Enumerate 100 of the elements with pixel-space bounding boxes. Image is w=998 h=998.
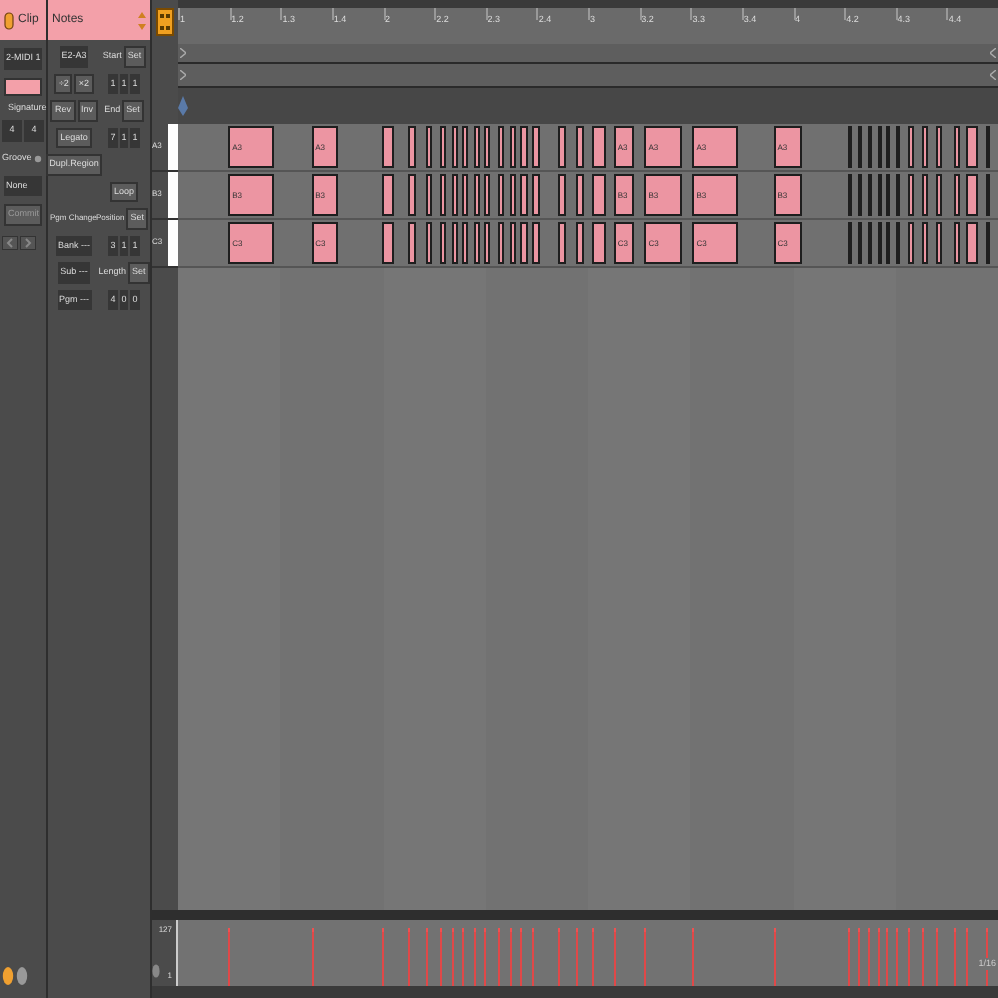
velocity-marker[interactable] [896,928,899,986]
note[interactable] [532,126,541,168]
note[interactable] [497,174,504,216]
note[interactable] [576,222,585,264]
note[interactable] [985,126,991,168]
velocity-marker[interactable] [509,928,512,986]
note[interactable] [484,126,491,168]
note[interactable] [497,222,504,264]
note[interactable] [592,222,606,264]
note[interactable] [509,174,516,216]
note[interactable] [408,126,417,168]
clip-activator-icon[interactable] [2,966,14,986]
velocity-marker[interactable] [848,928,851,986]
note[interactable] [484,222,491,264]
note[interactable] [509,126,516,168]
note[interactable] [858,174,863,216]
note[interactable] [474,126,481,168]
velocity-marker[interactable] [532,928,535,986]
note[interactable] [896,222,901,264]
note[interactable] [886,174,891,216]
note[interactable] [576,126,585,168]
marker-end-icon[interactable] [990,70,996,80]
note[interactable] [921,174,929,216]
velocity-marker[interactable] [451,928,454,986]
note[interactable] [474,222,481,264]
note[interactable] [966,222,978,264]
note[interactable] [908,222,914,264]
velocity-marker[interactable] [954,928,957,986]
note[interactable] [867,174,872,216]
note[interactable] [921,126,929,168]
velocity-marker[interactable] [484,928,487,986]
note[interactable] [520,222,529,264]
note[interactable] [451,174,458,216]
velocity-marker[interactable] [692,928,695,986]
note[interactable] [921,222,929,264]
playhead-marker-icon[interactable] [178,96,188,116]
velocity-marker[interactable] [311,928,314,986]
clip-color-swatch[interactable] [4,77,42,95]
clip-toggle-icon[interactable] [4,11,14,29]
note[interactable] [408,222,417,264]
velocity-marker[interactable] [439,928,442,986]
note[interactable] [867,222,872,264]
note[interactable] [936,126,943,168]
note[interactable] [408,174,417,216]
note[interactable] [954,222,961,264]
note[interactable] [439,174,445,216]
note[interactable] [954,126,961,168]
groove-icon[interactable] [33,153,42,163]
note[interactable] [848,174,853,216]
note[interactable] [439,222,445,264]
note[interactable] [886,126,891,168]
velocity-marker[interactable] [644,928,647,986]
note[interactable] [509,222,516,264]
note[interactable] [576,174,585,216]
note[interactable] [896,174,901,216]
note[interactable] [497,126,504,168]
note[interactable] [557,174,567,216]
velocity-marker[interactable] [886,928,889,986]
velocity-marker[interactable] [228,928,231,986]
clip-lock-icon[interactable] [16,966,28,986]
note[interactable] [985,222,991,264]
velocity-marker[interactable] [381,928,384,986]
note[interactable] [520,174,529,216]
velocity-marker[interactable] [936,928,939,986]
velocity-marker[interactable] [557,928,560,986]
note[interactable] [908,174,914,216]
note[interactable] [474,174,481,216]
note[interactable] [426,126,433,168]
note[interactable] [886,222,891,264]
note[interactable] [381,126,394,168]
note[interactable] [877,174,882,216]
velocity-marker[interactable] [462,928,465,986]
note[interactable] [966,174,978,216]
note[interactable] [557,222,567,264]
note[interactable] [908,126,914,168]
velocity-marker[interactable] [520,928,523,986]
velocity-marker[interactable] [908,928,911,986]
note[interactable] [532,222,541,264]
loop-end-icon[interactable] [990,48,996,58]
marker-start-icon[interactable] [180,70,186,80]
lane-toggle-icon[interactable] [152,964,160,978]
note[interactable] [936,174,943,216]
velocity-marker[interactable] [613,928,616,986]
velocity-marker[interactable] [921,928,924,986]
velocity-marker[interactable] [592,928,595,986]
note[interactable] [520,126,529,168]
note[interactable] [439,126,445,168]
left-arrow-icon[interactable] [2,235,18,249]
note[interactable] [954,174,961,216]
note[interactable] [858,126,863,168]
note[interactable] [451,222,458,264]
note[interactable] [877,222,882,264]
velocity-marker[interactable] [966,928,969,986]
note[interactable] [877,126,882,168]
note[interactable] [557,126,567,168]
fold-toggle-icon[interactable] [156,8,174,36]
note[interactable] [985,174,991,216]
note[interactable] [451,126,458,168]
note[interactable] [484,174,491,216]
note[interactable] [381,222,394,264]
